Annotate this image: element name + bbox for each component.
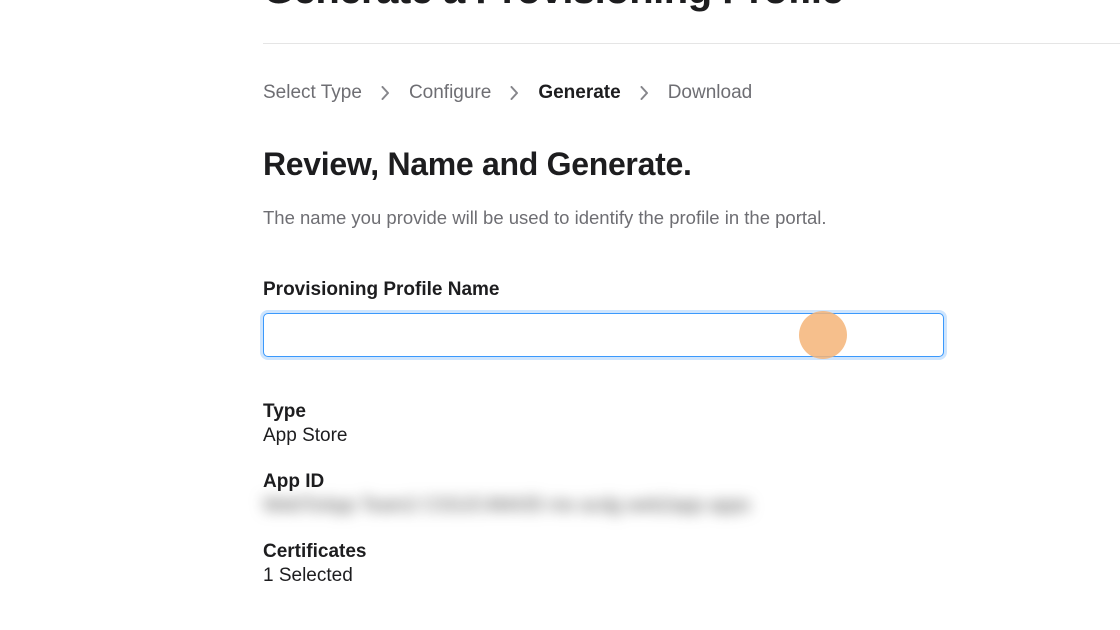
chevron-right-icon [510,86,519,100]
chevron-right-icon [640,86,649,100]
breadcrumb-step-configure[interactable]: Configure [409,82,491,104]
certificates-label: Certificates [263,541,1090,563]
profile-name-input[interactable] [263,313,944,357]
page-title: Generate a Provisioning Profile [263,0,1090,13]
app-id-value: WebToApp Team2 CSSJC4M435 me acdg web2ap… [263,495,1090,517]
section-title: Review, Name and Generate. [263,146,1090,183]
chevron-right-icon [381,86,390,100]
certificates-value: 1 Selected [263,565,1090,587]
type-label: Type [263,401,1090,423]
breadcrumb-step-select-type[interactable]: Select Type [263,82,362,104]
type-value: App Store [263,425,1090,447]
breadcrumb-step-generate: Generate [538,82,620,104]
breadcrumb-step-download: Download [668,82,753,104]
divider [263,43,1120,44]
profile-name-label: Provisioning Profile Name [263,279,1090,301]
breadcrumb: Select Type Configure Generate Download [263,82,1090,104]
section-description: The name you provide will be used to ide… [263,205,1090,231]
app-id-label: App ID [263,471,1090,493]
